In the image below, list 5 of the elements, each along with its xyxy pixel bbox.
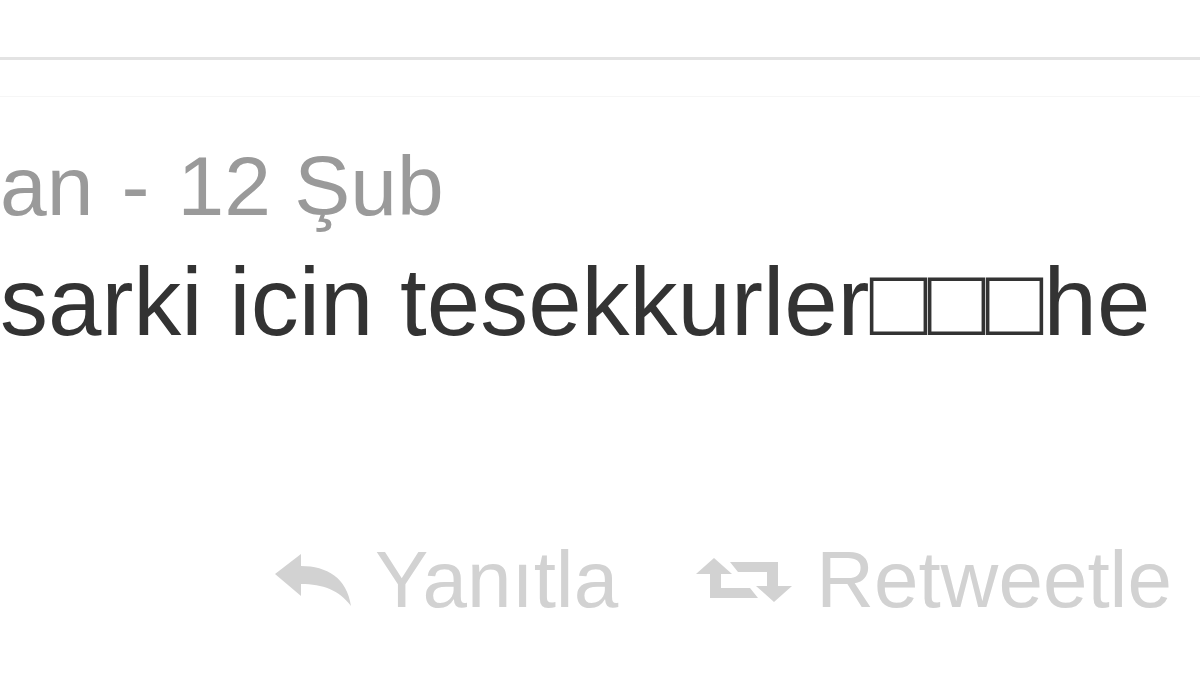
separator: - (121, 144, 150, 228)
reply-arrow-icon (275, 554, 351, 606)
tweet-text: sarki icin tesekkurler□□□he (0, 254, 1152, 350)
author-name: an (0, 144, 94, 228)
retweet-arrows-icon (696, 558, 793, 602)
